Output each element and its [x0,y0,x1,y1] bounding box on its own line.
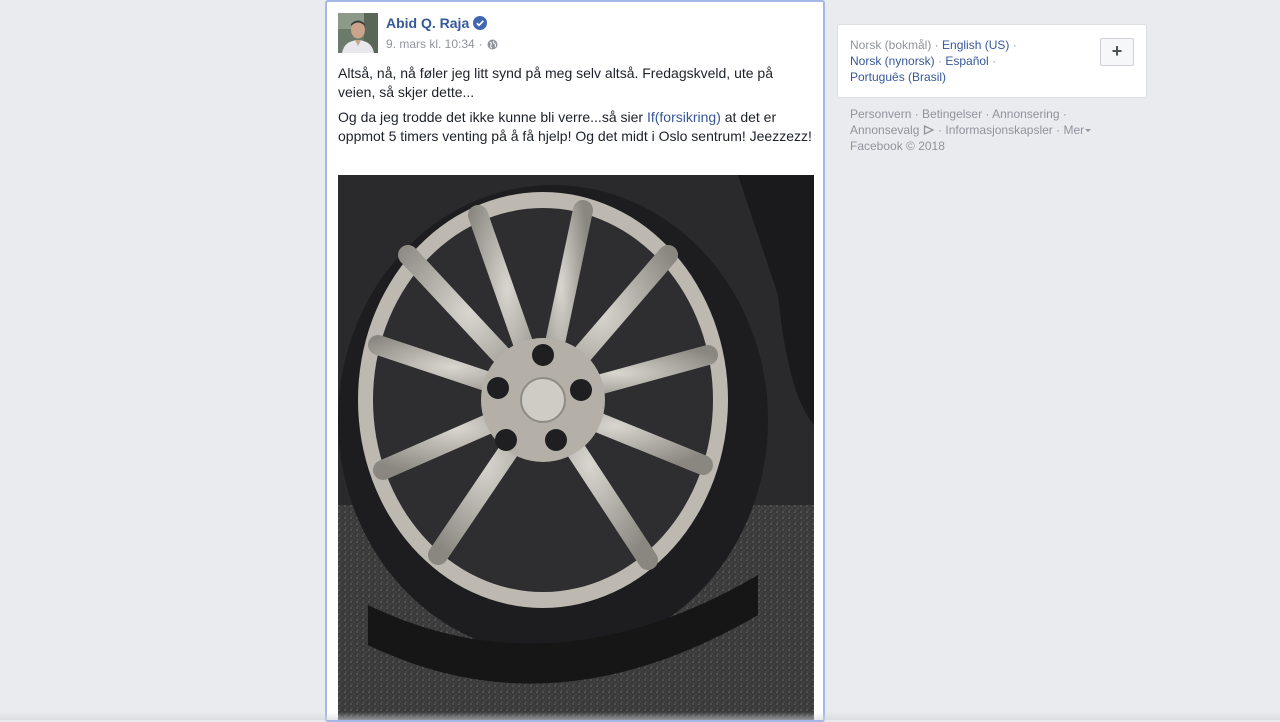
language-list: Norsk (bokmål) · English (US) · Norsk (n… [850,38,1017,84]
footer-copyright: Facebook © 2018 [850,139,945,153]
post-timestamp[interactable]: 9. mars kl. 10:34 [386,37,475,51]
footer-links: Personvern · Betingelser · Annonsering ·… [850,106,1130,154]
author-avatar[interactable] [338,13,378,53]
language-current: Norsk (bokmål) [850,38,932,52]
author-name[interactable]: Abid Q. Raja [386,15,469,31]
add-language-button[interactable]: + [1100,38,1134,66]
author-line: Abid Q. Raja [386,15,488,31]
footer-link-betingelser[interactable]: Betingelser [922,107,982,121]
adchoices-icon[interactable] [923,123,935,136]
language-box: Norsk (bokmål) · English (US) · Norsk (n… [837,24,1147,98]
footer-link-personvern[interactable]: Personvern [850,107,911,121]
language-option-portugues-brasil[interactable]: Português (Brasil) [850,70,946,84]
footer-link-annonsering[interactable]: Annonsering [992,107,1059,121]
caret-down-icon[interactable] [1085,129,1092,132]
verified-badge-icon [473,16,488,30]
footer-link-informasjonskapsler[interactable]: Informasjonskapsler [945,123,1052,137]
meta-separator: · [478,37,483,51]
post-meta: 9. mars kl. 10:34 · [386,37,498,51]
insurer-link[interactable]: If(forsikring) [647,109,721,125]
footer-link-annonsevalg[interactable]: Annonsevalg [850,123,919,137]
post-text: Altså, nå, nå føler jeg litt synd på meg… [338,64,814,152]
language-option-norsk-nynorsk[interactable]: Norsk (nynorsk) [850,54,935,68]
paragraph-2-before: Og da jeg trodde det ikke kunne bli verr… [338,109,647,125]
post-card: Abid Q. Raja 9. mars kl. 10:34 · Altså, … [325,0,825,722]
post-paragraph-1: Altså, nå, nå føler jeg litt synd på meg… [338,65,773,100]
post-header: Abid Q. Raja 9. mars kl. 10:34 · [338,13,808,53]
post-paragraph-2: Og da jeg trodde det ikke kunne bli verr… [338,108,814,146]
globe-icon[interactable] [487,39,498,50]
language-option-english-us[interactable]: English (US) [942,38,1009,52]
post-photo[interactable] [338,175,814,720]
footer-link-mer[interactable]: Mer [1063,123,1084,137]
bottom-shadow [0,712,1280,720]
language-option-espanol[interactable]: Español [945,54,988,68]
